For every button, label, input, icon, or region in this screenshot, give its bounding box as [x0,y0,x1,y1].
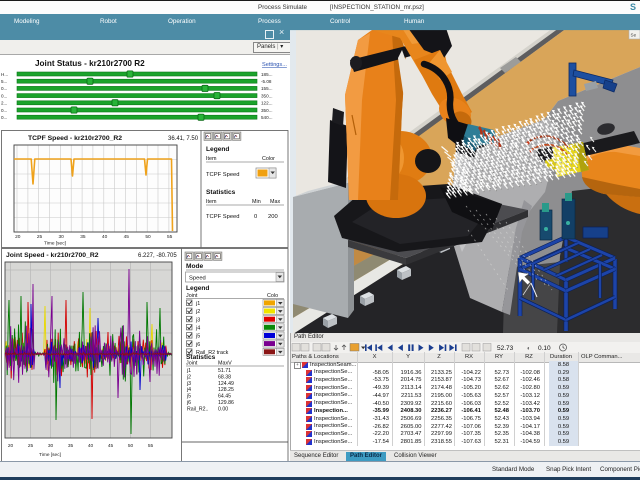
svg-text:52.73: 52.73 [497,345,514,352]
svg-text:◐: ◐ [527,346,531,352]
svg-text:0.10: 0.10 [538,345,551,352]
